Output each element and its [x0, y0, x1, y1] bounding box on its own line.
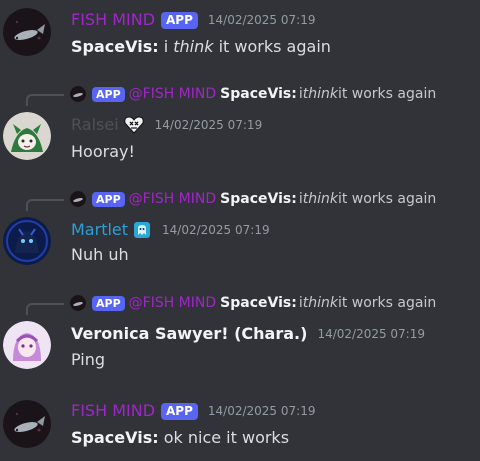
reply-user: SpaceVis: — [220, 191, 297, 207]
reply-emphasis: think — [302, 295, 338, 311]
heart-skull-icon[interactable] — [123, 115, 145, 135]
reply-avatar — [70, 295, 86, 311]
ghost-icon[interactable] — [132, 220, 152, 240]
reply-preview[interactable]: APP @FISH MIND SpaceVis: i think it work… — [70, 86, 436, 102]
fish-mind-avatar[interactable] — [3, 8, 51, 56]
app-badge: APP — [161, 11, 198, 29]
message-content: Ping — [71, 350, 106, 369]
message-header: FISH MIND APP 14/02/2025 07:19 — [71, 10, 315, 30]
martlet-avatar[interactable] — [3, 217, 51, 265]
message-header: Martlet 14/02/2025 07:19 — [71, 220, 270, 240]
reply-post: it works again — [337, 191, 437, 207]
reply-spine — [26, 94, 64, 106]
message-content: SpaceVis: i think it works again — [71, 37, 331, 57]
reply-avatar — [70, 86, 86, 102]
reply-app-badge: APP — [92, 295, 125, 311]
fish-icon — [3, 400, 51, 448]
reply-mention[interactable]: @FISH MIND — [129, 86, 217, 102]
message-fish-mind-2: FISH MIND APP 14/02/2025 07:19 SpaceVis:… — [0, 392, 480, 461]
timestamp[interactable]: 14/02/2025 07:19 — [208, 13, 316, 27]
message-header: Ralsei 14/02/2025 07:19 — [71, 115, 262, 135]
martlet-icon — [3, 217, 51, 265]
content-user: SpaceVis: — [71, 37, 159, 56]
message-fish-mind-1: FISH MIND APP 14/02/2025 07:19 SpaceVis:… — [0, 0, 480, 75]
ralsei-icon — [3, 112, 51, 160]
timestamp[interactable]: 14/02/2025 07:19 — [155, 118, 263, 132]
author-name[interactable]: Martlet — [71, 220, 128, 240]
author-name[interactable]: FISH MIND — [71, 401, 155, 421]
author-name[interactable]: FISH MIND — [71, 10, 155, 30]
message-veronica: APP @FISH MIND SpaceVis: i think it work… — [0, 289, 480, 384]
message-content: Nuh uh — [71, 245, 129, 264]
message-content: SpaceVis: ok nice it works — [71, 428, 289, 448]
fish-icon — [70, 86, 86, 102]
content-text: ok nice it works — [163, 428, 290, 447]
reply-user: SpaceVis: — [220, 86, 297, 102]
message-ralsei: APP @FISH MIND SpaceVis: i think it work… — [0, 80, 480, 175]
content-emphasis: think — [173, 37, 214, 56]
reply-app-badge: APP — [92, 86, 125, 102]
timestamp[interactable]: 14/02/2025 07:19 — [317, 327, 425, 341]
message-header: Veronica Sawyer! (Chara.) 14/02/2025 07:… — [71, 324, 425, 344]
reply-preview[interactable]: APP @FISH MIND SpaceVis: i think it work… — [70, 191, 436, 207]
content-pre: i — [163, 37, 174, 56]
fish-icon — [70, 191, 86, 207]
reply-mention[interactable]: @FISH MIND — [129, 191, 217, 207]
veronica-avatar[interactable] — [3, 321, 51, 369]
timestamp[interactable]: 14/02/2025 07:19 — [162, 223, 270, 237]
reply-app-badge: APP — [92, 191, 125, 207]
fish-mind-avatar[interactable] — [3, 400, 51, 448]
timestamp[interactable]: 14/02/2025 07:19 — [208, 404, 316, 418]
veronica-icon — [3, 321, 51, 369]
reply-user: SpaceVis: — [220, 295, 297, 311]
fish-icon — [3, 8, 51, 56]
reply-mention[interactable]: @FISH MIND — [129, 295, 217, 311]
author-name[interactable]: Ralsei — [71, 115, 119, 135]
content-post: it works again — [213, 37, 331, 56]
reply-preview[interactable]: APP @FISH MIND SpaceVis: i think it work… — [70, 295, 436, 311]
message-header: FISH MIND APP 14/02/2025 07:19 — [71, 401, 315, 421]
reply-spine — [26, 303, 64, 315]
reply-emphasis: think — [302, 191, 338, 207]
reply-spine — [26, 199, 64, 211]
reply-post: it works again — [337, 86, 437, 102]
content-user: SpaceVis: — [71, 428, 159, 447]
reply-avatar — [70, 191, 86, 207]
author-name[interactable]: Veronica Sawyer! (Chara.) — [71, 324, 307, 344]
fish-icon — [70, 295, 86, 311]
message-martlet: APP @FISH MIND SpaceVis: i think it work… — [0, 185, 480, 280]
ralsei-avatar[interactable] — [3, 112, 51, 160]
reply-post: it works again — [337, 295, 437, 311]
message-content: Hooray! — [71, 142, 135, 161]
app-badge: APP — [161, 402, 198, 420]
reply-emphasis: think — [302, 86, 338, 102]
